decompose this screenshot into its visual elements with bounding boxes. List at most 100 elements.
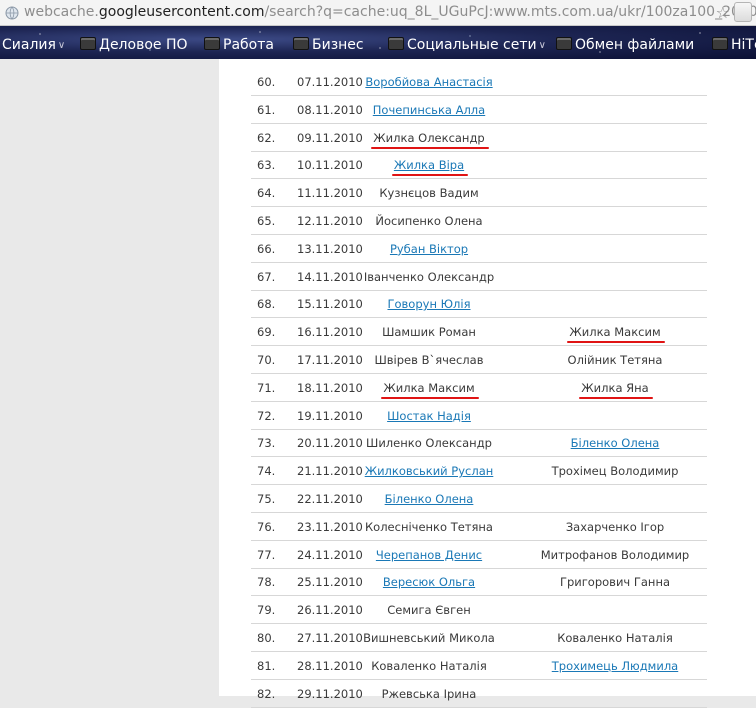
table-row: 79. 26.11.2010 Семига Євген [251,596,707,625]
red-underline-annotation [381,396,479,399]
bookmark-item[interactable]: Деловое ПО [80,36,188,54]
table-row: 61. 08.11.2010 Почепинська Алла [251,96,707,124]
participant-name: Шиленко Олександр [366,436,492,451]
participant-name[interactable]: Жилковський Руслан [343,457,515,485]
partner-name[interactable]: Трохимець Людмила [523,652,707,680]
participant-name: Семига Євген [387,603,471,618]
table-row: 74. 21.11.2010 Жилковський Руслан Трохімец … [251,457,707,486]
participant-name[interactable]: Черепанов Денис [343,541,515,569]
table-row: 66. 13.11.2010 Рубан Віктор [251,235,707,263]
bookmark-item[interactable]: Обмен файлами [556,36,694,54]
bookmark-item[interactable]: Социальные сети ∨ [388,36,546,54]
participant-name[interactable]: Біленко Олена [343,485,515,513]
partner-name: Коваленко Наталія [557,631,673,645]
folder-icon [388,37,404,50]
row-number: 64. [257,186,276,201]
row-number: 70. [257,353,276,367]
row-number: 76. [257,519,276,534]
url-text[interactable]: webcache.googleusercontent.com/search?q=… [24,4,756,20]
table-row: 63. 10.11.2010 Жилка Віра [251,151,707,180]
bookmark-label: Бизнес [312,37,364,53]
table-row: 78. 25.11.2010 Вересюк Ольга Григорович Ган… [251,568,707,597]
participant-name: Іванченко Олександр [363,269,495,284]
table-row: 67. 14.11.2010 Іванченко Олександр [251,263,707,291]
table-row: 68. 15.11.2010 Говорун Юлія [251,290,707,319]
row-number: 81. [257,658,276,673]
red-underline-annotation [579,396,653,399]
folder-icon [712,37,728,50]
participant-name: Ржевська Ірина [381,686,477,701]
row-number: 72. [257,408,276,423]
participant-name: Колесніченко Тетяна [365,519,493,534]
bookmark-item[interactable]: НіТе [712,36,756,54]
bookmark-label: Работа [223,37,274,53]
bookmark-label: Обмен файлами [575,37,695,53]
bookmark-label: Деловое ПО [99,37,188,53]
table-row: 64. 11.11.2010 Кузнєцов Вадим [251,179,707,208]
url-dropdown-button[interactable] [734,2,752,22]
row-number: 80. [257,631,276,645]
table-row: 81. 28.11.2010 Коваленко Наталія Трохимець … [251,652,707,680]
row-number: 65. [257,214,276,228]
folder-icon [556,37,572,50]
row-number: 63. [257,158,276,173]
table-row: 75. 22.11.2010 Біленко Олена [251,485,707,513]
bookmark-item[interactable]: Бизнес [293,36,364,54]
table-row: 73. 20.11.2010 Шиленко Олександр Біленко Ол… [251,429,707,458]
url-prefix: webcache. [24,4,99,20]
red-underline-annotation [567,341,665,344]
participant-name[interactable]: Воробйова Анастасія [343,68,515,96]
participant-name[interactable]: Говорун Юлія [343,290,515,318]
row-number: 79. [257,603,276,618]
address-bar[interactable]: webcache.googleusercontent.com/search?q=… [0,0,756,26]
table-row: 77. 24.11.2010 Черепанов Денис Митрофанов В… [251,541,707,569]
participant-name[interactable]: Шостак Надія [343,402,515,430]
row-number: 60. [257,75,276,89]
participant-name[interactable]: Рубан Віктор [343,235,515,263]
bookmark-item[interactable]: Работа [204,36,274,54]
participant-name: Йосипенко Олена [375,214,483,228]
table-row: 76. 23.11.2010 Колесніченко Тетяна Захарчен… [251,513,707,541]
participant-name: Вишневський Микола [363,631,495,645]
row-number: 82. [257,686,276,701]
participant-name[interactable]: Почепинська Алла [343,96,515,124]
row-number: 74. [257,464,276,479]
row-number: 62. [257,130,276,145]
row-number: 73. [257,436,276,451]
participant-name: Шамшик Роман [382,325,476,340]
partner-name: Григорович Ганна [559,575,671,590]
url-path: /search?q=cache:uq_8L_UGuPcJ:www.mts.com… [264,4,756,20]
url-host: googleusercontent.com [98,4,265,20]
cached-page-content: 60. 07.11.2010 Воробйова Анастасія 61. 08.11… [219,59,756,708]
table-row: 70. 17.11.2010 Швірев В`ячеслав Олійник Тет… [251,346,707,374]
row-number: 77. [257,547,276,562]
folder-icon [293,37,309,50]
table-row: 60. 07.11.2010 Воробйова Анастасія [251,68,707,96]
bookmarks-toolbar: Сиалия ∨ Деловое ПО Работа Бизнес Социальные … [0,26,756,59]
participant-name: Швірев В`ячеслав [374,353,484,367]
row-number: 78. [257,575,276,590]
participant-name[interactable]: Вересюк Ольга [343,568,515,596]
row-number: 66. [257,241,276,256]
folder-icon [80,37,96,50]
table-row: 80. 27.11.2010 Вишневський Микола Коваленко… [251,624,707,652]
row-number: 69. [257,325,276,340]
bookmark-star-icon[interactable]: ☆ [716,3,730,22]
table-row: 82. 29.11.2010 Ржевська Ірина [251,680,707,708]
red-underline-annotation [371,146,489,149]
bookmark-label: НіТе [731,37,756,53]
folder-icon [204,37,220,50]
table-row: 65. 12.11.2010 Йосипенко Олена [251,207,707,235]
chevron-down-icon: ∨ [57,40,66,51]
row-number: 75. [257,492,276,506]
table-row: 72. 19.11.2010 Шостак Надія [251,402,707,430]
row-number: 61. [257,102,276,117]
chevron-down-icon: ∨ [538,40,546,51]
bookmark-label: Сиалия [2,37,56,53]
partner-name[interactable]: Біленко Олена [523,429,707,457]
row-number: 67. [257,269,276,284]
partner-name: Митрофанов Володимир [540,547,690,562]
participant-name: Коваленко Наталія [371,658,487,673]
left-sidebar [0,59,219,696]
bookmark-item[interactable]: Сиалия ∨ [2,36,65,54]
